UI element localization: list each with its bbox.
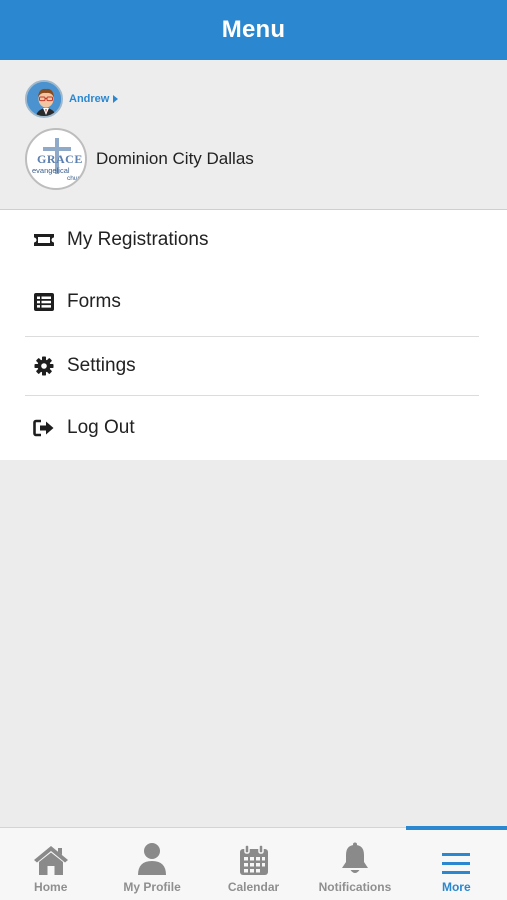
bottom-tab-bar: Home My Profile Calendar Notifications M… [0, 826, 507, 900]
user-name: Andrew [69, 93, 110, 105]
menu-list: My Registrations Forms Settings Log Out [0, 210, 507, 460]
menu-item-log-out[interactable]: Log Out [25, 398, 479, 458]
tab-label: Notifications [318, 880, 392, 894]
menu-item-forms[interactable]: Forms [25, 272, 479, 332]
page-title: Menu [221, 16, 286, 43]
divider [25, 395, 479, 396]
avatar [25, 80, 63, 118]
tab-notifications[interactable]: Notifications [304, 828, 405, 900]
menu-item-label: My Registrations [67, 229, 209, 250]
top-bar: Menu [0, 0, 507, 60]
logo-text-line1: GRACE [37, 152, 83, 166]
profile-section: Andrew GRACE evangelical church Dominion… [0, 60, 507, 210]
user-icon [136, 840, 168, 876]
menu-item-label: Log Out [67, 417, 135, 438]
user-profile-link[interactable]: Andrew [25, 80, 119, 118]
menu-item-label: Forms [67, 291, 121, 312]
bell-icon [340, 840, 370, 876]
menu-item-my-registrations[interactable]: My Registrations [25, 210, 479, 270]
tab-my-profile[interactable]: My Profile [101, 828, 202, 900]
caret-right-icon [113, 95, 119, 103]
sign-out-icon [33, 417, 55, 439]
church-selector[interactable]: GRACE evangelical church Dominion City D… [25, 128, 254, 190]
calendar-icon [239, 840, 269, 876]
church-name: Dominion City Dallas [96, 149, 254, 168]
tab-home[interactable]: Home [0, 828, 101, 900]
tab-calendar[interactable]: Calendar [203, 828, 304, 900]
tab-more[interactable]: More [405, 826, 507, 900]
gear-icon [33, 355, 55, 377]
home-icon [32, 840, 70, 876]
menu-item-label: Settings [67, 355, 136, 376]
hamburger-icon [441, 840, 471, 876]
tab-label: My Profile [123, 880, 181, 894]
logo-text-line3: church [67, 175, 87, 182]
ticket-icon [33, 229, 55, 251]
church-logo: GRACE evangelical church [25, 128, 87, 190]
tab-label: Calendar [227, 880, 280, 894]
tab-label: Home [34, 880, 68, 894]
logo-text-line2: evangelical [32, 166, 70, 175]
list-icon [33, 291, 55, 313]
active-tab-indicator [405, 826, 507, 830]
menu-item-settings[interactable]: Settings [25, 336, 479, 396]
tab-label: More [441, 880, 471, 894]
